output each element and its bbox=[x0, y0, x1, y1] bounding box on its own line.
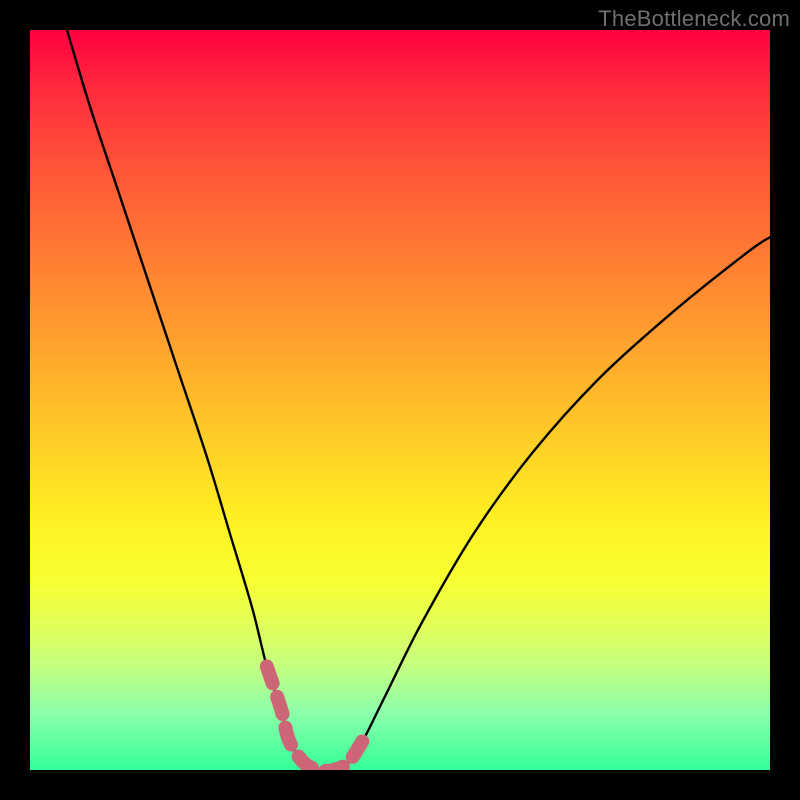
chart-frame: TheBottleneck.com bbox=[0, 0, 800, 800]
highlight-segment-path bbox=[267, 666, 363, 770]
watermark-text: TheBottleneck.com bbox=[598, 6, 790, 32]
plot-area bbox=[30, 30, 770, 770]
bottleneck-curve-path bbox=[67, 30, 770, 770]
curve-layer bbox=[30, 30, 770, 770]
